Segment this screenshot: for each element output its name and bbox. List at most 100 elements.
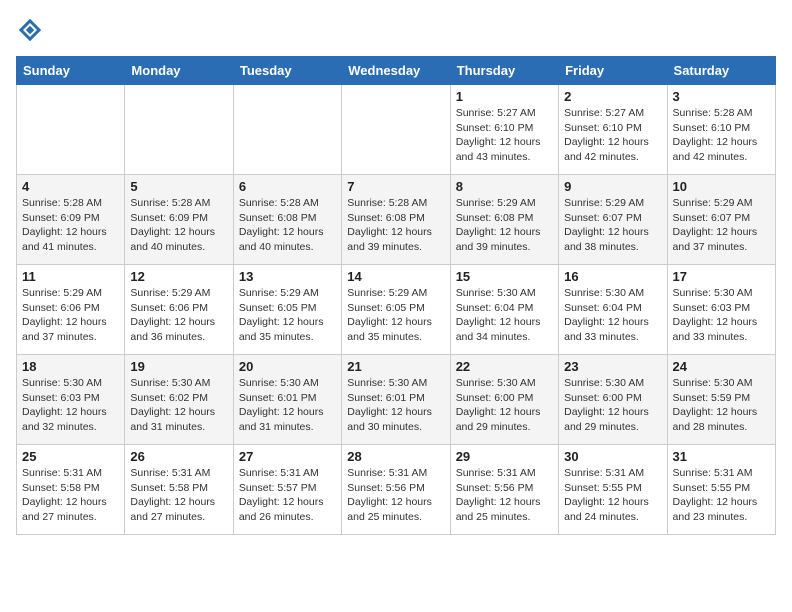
day-info: Sunrise: 5:27 AM Sunset: 6:10 PM Dayligh… <box>456 106 553 165</box>
day-number: 26 <box>130 449 227 464</box>
day-number: 31 <box>673 449 770 464</box>
day-info: Sunrise: 5:30 AM Sunset: 6:01 PM Dayligh… <box>239 376 336 435</box>
day-info: Sunrise: 5:28 AM Sunset: 6:09 PM Dayligh… <box>130 196 227 255</box>
day-info: Sunrise: 5:28 AM Sunset: 6:09 PM Dayligh… <box>22 196 119 255</box>
day-number: 14 <box>347 269 444 284</box>
calendar-cell: 29Sunrise: 5:31 AM Sunset: 5:56 PM Dayli… <box>450 445 558 535</box>
calendar-cell: 1 Sunrise: 5:27 AM Sunset: 6:10 PM Daylig… <box>450 85 558 175</box>
calendar-cell: 10Sunrise: 5:29 AM Sunset: 6:07 PM Dayli… <box>667 175 775 265</box>
calendar-cell: 11Sunrise: 5:29 AM Sunset: 6:06 PM Dayli… <box>17 265 125 355</box>
day-number: 8 <box>456 179 553 194</box>
calendar-cell: 7 Sunrise: 5:28 AM Sunset: 6:08 PM Daylig… <box>342 175 450 265</box>
calendar-cell: 9Sunrise: 5:29 AM Sunset: 6:07 PM Daylig… <box>559 175 667 265</box>
day-number: 3 <box>673 89 770 104</box>
day-info: Sunrise: 5:29 AM Sunset: 6:07 PM Dayligh… <box>564 196 661 255</box>
day-info: Sunrise: 5:31 AM Sunset: 5:58 PM Dayligh… <box>22 466 119 525</box>
calendar-cell: 19Sunrise: 5:30 AM Sunset: 6:02 PM Dayli… <box>125 355 233 445</box>
day-info: Sunrise: 5:30 AM Sunset: 6:03 PM Dayligh… <box>22 376 119 435</box>
calendar-cell: 14 Sunrise: 5:29 AM Sunset: 6:05 PM Dayli… <box>342 265 450 355</box>
calendar-cell: 15 Sunrise: 5:30 AM Sunset: 6:04 PM Dayli… <box>450 265 558 355</box>
calendar-table: SundayMondayTuesdayWednesdayThursdayFrid… <box>16 56 776 535</box>
day-number: 22 <box>456 359 553 374</box>
day-info: Sunrise: 5:31 AM Sunset: 5:58 PM Dayligh… <box>130 466 227 525</box>
week-row-5: 25 Sunrise: 5:31 AM Sunset: 5:58 PM Dayli… <box>17 445 776 535</box>
day-info: Sunrise: 5:28 AM Sunset: 6:08 PM Dayligh… <box>347 196 444 255</box>
day-info: Sunrise: 5:29 AM Sunset: 6:06 PM Dayligh… <box>130 286 227 345</box>
calendar-cell: 8 Sunrise: 5:29 AM Sunset: 6:08 PM Daylig… <box>450 175 558 265</box>
day-info: Sunrise: 5:30 AM Sunset: 6:02 PM Dayligh… <box>130 376 227 435</box>
day-number: 13 <box>239 269 336 284</box>
day-number: 27 <box>239 449 336 464</box>
calendar-cell: 24 Sunrise: 5:30 AM Sunset: 5:59 PM Dayli… <box>667 355 775 445</box>
day-number: 6 <box>239 179 336 194</box>
day-number: 17 <box>673 269 770 284</box>
day-number: 15 <box>456 269 553 284</box>
calendar-cell: 20 Sunrise: 5:30 AM Sunset: 6:01 PM Dayli… <box>233 355 341 445</box>
calendar-cell: 31 Sunrise: 5:31 AM Sunset: 5:55 PM Dayli… <box>667 445 775 535</box>
day-number: 29 <box>456 449 553 464</box>
day-info: Sunrise: 5:30 AM Sunset: 6:00 PM Dayligh… <box>564 376 661 435</box>
calendar-cell: 12 Sunrise: 5:29 AM Sunset: 6:06 PM Dayli… <box>125 265 233 355</box>
day-info: Sunrise: 5:30 AM Sunset: 5:59 PM Dayligh… <box>673 376 770 435</box>
day-number: 18 <box>22 359 119 374</box>
day-info: Sunrise: 5:31 AM Sunset: 5:55 PM Dayligh… <box>564 466 661 525</box>
week-row-3: 11 Sunrise: 5:29 AM Sunset: 6:06 PM Dayli… <box>17 265 776 355</box>
day-info: Sunrise: 5:29 AM Sunset: 6:05 PM Dayligh… <box>239 286 336 345</box>
day-number: 4 <box>22 179 119 194</box>
calendar-cell: 16Sunrise: 5:30 AM Sunset: 6:04 PM Dayli… <box>559 265 667 355</box>
day-info: Sunrise: 5:27 AM Sunset: 6:10 PM Dayligh… <box>564 106 661 165</box>
week-row-2: 4 Sunrise: 5:28 AM Sunset: 6:09 PM Daylig… <box>17 175 776 265</box>
day-info: Sunrise: 5:28 AM Sunset: 6:08 PM Dayligh… <box>239 196 336 255</box>
day-number: 11 <box>22 269 119 284</box>
calendar-cell: 17Sunrise: 5:30 AM Sunset: 6:03 PM Dayli… <box>667 265 775 355</box>
calendar-cell: 22Sunrise: 5:30 AM Sunset: 6:00 PM Dayli… <box>450 355 558 445</box>
calendar-cell: 28Sunrise: 5:31 AM Sunset: 5:56 PM Dayli… <box>342 445 450 535</box>
weekday-header-row: SundayMondayTuesdayWednesdayThursdayFrid… <box>17 57 776 85</box>
day-number: 5 <box>130 179 227 194</box>
day-number: 12 <box>130 269 227 284</box>
calendar-cell <box>233 85 341 175</box>
weekday-header-wednesday: Wednesday <box>342 57 450 85</box>
day-info: Sunrise: 5:31 AM Sunset: 5:55 PM Dayligh… <box>673 466 770 525</box>
weekday-header-monday: Monday <box>125 57 233 85</box>
day-info: Sunrise: 5:29 AM Sunset: 6:08 PM Dayligh… <box>456 196 553 255</box>
calendar-cell: 23 Sunrise: 5:30 AM Sunset: 6:00 PM Dayli… <box>559 355 667 445</box>
day-number: 1 <box>456 89 553 104</box>
calendar-cell: 30 Sunrise: 5:31 AM Sunset: 5:55 PM Dayli… <box>559 445 667 535</box>
day-info: Sunrise: 5:29 AM Sunset: 6:05 PM Dayligh… <box>347 286 444 345</box>
calendar-cell: 25 Sunrise: 5:31 AM Sunset: 5:58 PM Dayli… <box>17 445 125 535</box>
weekday-header-saturday: Saturday <box>667 57 775 85</box>
day-info: Sunrise: 5:30 AM Sunset: 6:04 PM Dayligh… <box>564 286 661 345</box>
weekday-header-friday: Friday <box>559 57 667 85</box>
day-number: 24 <box>673 359 770 374</box>
calendar-cell: 21Sunrise: 5:30 AM Sunset: 6:01 PM Dayli… <box>342 355 450 445</box>
day-number: 30 <box>564 449 661 464</box>
day-info: Sunrise: 5:28 AM Sunset: 6:10 PM Dayligh… <box>673 106 770 165</box>
day-info: Sunrise: 5:31 AM Sunset: 5:57 PM Dayligh… <box>239 466 336 525</box>
calendar-cell: 27 Sunrise: 5:31 AM Sunset: 5:57 PM Dayli… <box>233 445 341 535</box>
day-info: Sunrise: 5:30 AM Sunset: 6:01 PM Dayligh… <box>347 376 444 435</box>
day-number: 23 <box>564 359 661 374</box>
day-info: Sunrise: 5:30 AM Sunset: 6:04 PM Dayligh… <box>456 286 553 345</box>
calendar-cell: 5 Sunrise: 5:28 AM Sunset: 6:09 PM Daylig… <box>125 175 233 265</box>
day-info: Sunrise: 5:29 AM Sunset: 6:07 PM Dayligh… <box>673 196 770 255</box>
calendar-cell: 18 Sunrise: 5:30 AM Sunset: 6:03 PM Dayli… <box>17 355 125 445</box>
weekday-header-tuesday: Tuesday <box>233 57 341 85</box>
week-row-4: 18 Sunrise: 5:30 AM Sunset: 6:03 PM Dayli… <box>17 355 776 445</box>
calendar-cell: 13 Sunrise: 5:29 AM Sunset: 6:05 PM Dayli… <box>233 265 341 355</box>
week-row-1: 1 Sunrise: 5:27 AM Sunset: 6:10 PM Daylig… <box>17 85 776 175</box>
weekday-header-thursday: Thursday <box>450 57 558 85</box>
calendar-cell: 2 Sunrise: 5:27 AM Sunset: 6:10 PM Daylig… <box>559 85 667 175</box>
weekday-header-sunday: Sunday <box>17 57 125 85</box>
calendar-cell: 26 Sunrise: 5:31 AM Sunset: 5:58 PM Dayli… <box>125 445 233 535</box>
calendar-cell: 3 Sunrise: 5:28 AM Sunset: 6:10 PM Daylig… <box>667 85 775 175</box>
day-number: 7 <box>347 179 444 194</box>
calendar-cell: 4 Sunrise: 5:28 AM Sunset: 6:09 PM Daylig… <box>17 175 125 265</box>
header <box>16 16 776 44</box>
calendar-cell: 6 Sunrise: 5:28 AM Sunset: 6:08 PM Daylig… <box>233 175 341 265</box>
day-number: 20 <box>239 359 336 374</box>
logo <box>16 16 48 44</box>
day-number: 25 <box>22 449 119 464</box>
day-number: 2 <box>564 89 661 104</box>
calendar-cell <box>342 85 450 175</box>
